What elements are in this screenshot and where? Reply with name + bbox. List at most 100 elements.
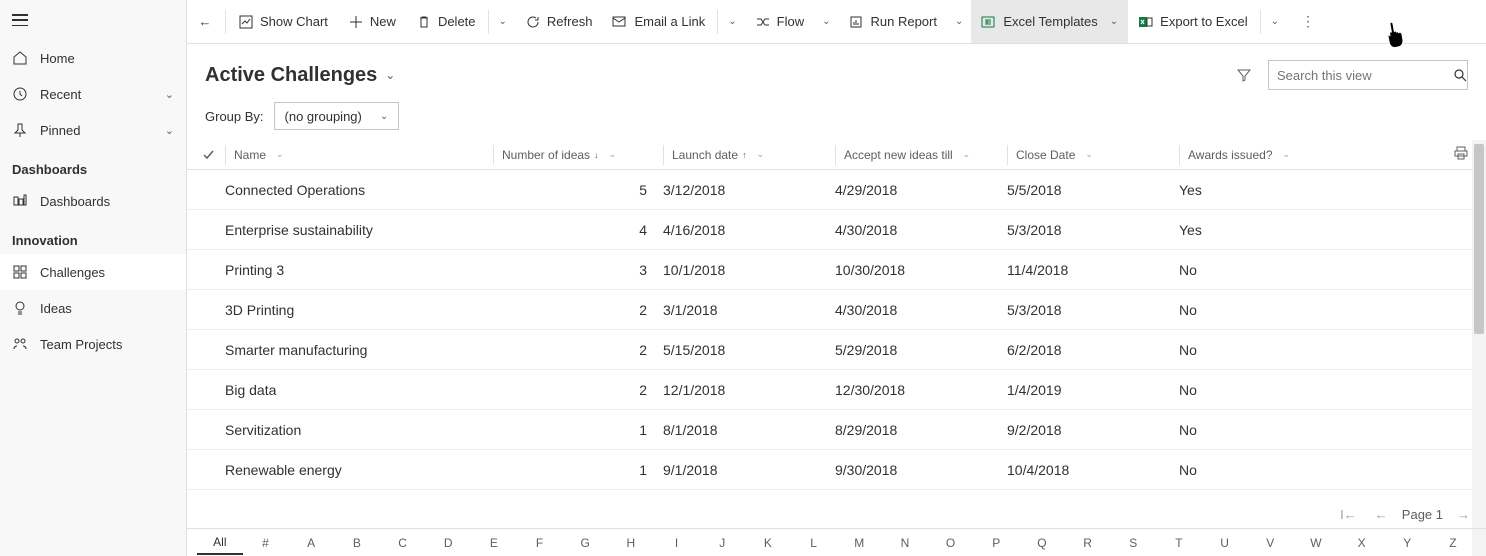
- alpha-t[interactable]: T: [1156, 532, 1202, 554]
- table-row[interactable]: Printing 3310/1/201810/30/201811/4/2018N…: [187, 250, 1486, 290]
- view-title[interactable]: Active Challenges: [205, 64, 377, 87]
- groupby-label: Group By:: [205, 109, 264, 124]
- alpha-f[interactable]: F: [517, 532, 563, 554]
- column-accept-new-ideas-till[interactable]: Accept new ideas till⌄: [835, 145, 1007, 165]
- show-chart-button[interactable]: Show Chart: [228, 0, 338, 43]
- scrollbar[interactable]: [1472, 140, 1486, 556]
- cell-name: 3D Printing: [225, 302, 493, 318]
- column-number-of-ideas[interactable]: Number of ideas↓⌄: [493, 145, 663, 165]
- flow-button[interactable]: Flow: [745, 0, 814, 43]
- groupby-select[interactable]: (no grouping) ⌄: [274, 102, 400, 130]
- alpha-k[interactable]: K: [745, 532, 791, 554]
- alpha-j[interactable]: J: [699, 532, 745, 554]
- table-row[interactable]: Connected Operations53/12/20184/29/20185…: [187, 170, 1486, 210]
- alpha-w[interactable]: W: [1293, 532, 1339, 554]
- alpha-g[interactable]: G: [562, 532, 608, 554]
- column-name[interactable]: Name⌄: [225, 145, 493, 165]
- pager-next[interactable]: →: [1453, 507, 1474, 522]
- cell-number-of-ideas: 1: [493, 422, 663, 438]
- chevron-down-icon: ⌄: [609, 149, 617, 160]
- excel-template-icon: [981, 14, 997, 30]
- alpha-a[interactable]: A: [288, 532, 334, 554]
- cell-close-date: 11/4/2018: [1007, 262, 1179, 278]
- filter-button[interactable]: [1236, 67, 1252, 83]
- cell-accept-date: 8/29/2018: [835, 422, 1007, 438]
- alpha-all[interactable]: All: [197, 531, 243, 555]
- chevron-down-icon[interactable]: ⌄: [385, 68, 395, 82]
- column-close-date[interactable]: Close Date⌄: [1007, 145, 1179, 165]
- alpha-c[interactable]: C: [380, 532, 426, 554]
- alpha-y[interactable]: Y: [1384, 532, 1430, 554]
- pager-first[interactable]: I←: [1336, 507, 1361, 522]
- cell-accept-date: 4/30/2018: [835, 222, 1007, 238]
- delete-button[interactable]: Delete: [406, 0, 486, 43]
- alpha-q[interactable]: Q: [1019, 532, 1065, 554]
- more-commands-button[interactable]: ⋮: [1287, 0, 1330, 43]
- cell-accept-date: 4/30/2018: [835, 302, 1007, 318]
- excel-templates-button[interactable]: Excel Templates ⌄: [971, 0, 1128, 43]
- search-box[interactable]: [1268, 60, 1468, 90]
- table-row[interactable]: Smarter manufacturing25/15/20185/29/2018…: [187, 330, 1486, 370]
- chevron-down-icon: ⌄: [380, 111, 388, 122]
- nav-home[interactable]: Home: [0, 40, 186, 76]
- run-report-button[interactable]: Run Report: [838, 0, 946, 43]
- table-row[interactable]: Renewable energy19/1/20189/30/201810/4/2…: [187, 450, 1486, 490]
- nav-ideas[interactable]: Ideas: [0, 290, 186, 326]
- export-excel-dropdown[interactable]: ⌄: [1263, 0, 1287, 43]
- alpha-r[interactable]: R: [1065, 532, 1111, 554]
- export-excel-button[interactable]: Export to Excel: [1128, 0, 1257, 43]
- new-button[interactable]: New: [338, 0, 406, 43]
- alpha-#[interactable]: #: [243, 532, 289, 554]
- select-all-checkbox[interactable]: [201, 148, 225, 162]
- nav-recent[interactable]: Recent ⌄: [0, 76, 186, 112]
- nav-challenges[interactable]: Challenges: [0, 254, 186, 290]
- alpha-i[interactable]: I: [654, 532, 700, 554]
- alpha-p[interactable]: P: [973, 532, 1019, 554]
- nav-dashboards[interactable]: Dashboards: [0, 183, 186, 219]
- cmd-label: Flow: [777, 14, 804, 29]
- alpha-v[interactable]: V: [1247, 532, 1293, 554]
- pager-prev[interactable]: ←: [1371, 507, 1392, 522]
- column-awards-issued[interactable]: Awards issued?⌄: [1179, 145, 1339, 165]
- sidebar: Home Recent ⌄ Pinned ⌄ Dashboards Dashbo…: [0, 0, 187, 556]
- email-dropdown[interactable]: ⌄: [720, 0, 744, 43]
- cell-number-of-ideas: 1: [493, 462, 663, 478]
- nav-pinned[interactable]: Pinned ⌄: [0, 112, 186, 148]
- flow-dropdown[interactable]: ⌄: [814, 0, 838, 43]
- alpha-n[interactable]: N: [882, 532, 928, 554]
- alpha-e[interactable]: E: [471, 532, 517, 554]
- scrollbar-thumb[interactable]: [1474, 144, 1484, 334]
- table-row[interactable]: Big data212/1/201812/30/20181/4/2019No: [187, 370, 1486, 410]
- cell-number-of-ideas: 5: [493, 182, 663, 198]
- print-icon[interactable]: [1454, 146, 1468, 160]
- alpha-o[interactable]: O: [928, 532, 974, 554]
- cell-number-of-ideas: 2: [493, 342, 663, 358]
- run-report-dropdown[interactable]: ⌄: [947, 0, 971, 43]
- nav-team-projects[interactable]: Team Projects: [0, 326, 186, 362]
- alpha-s[interactable]: S: [1110, 532, 1156, 554]
- cmd-label: Excel Templates: [1003, 14, 1097, 29]
- search-input[interactable]: [1277, 68, 1453, 83]
- cmd-label: Delete: [438, 14, 476, 29]
- nav-label: Ideas: [40, 301, 174, 316]
- alpha-d[interactable]: D: [425, 532, 471, 554]
- table-row[interactable]: Enterprise sustainability44/16/20184/30/…: [187, 210, 1486, 250]
- delete-dropdown[interactable]: ⌄: [491, 0, 515, 43]
- cell-name: Big data: [225, 382, 493, 398]
- alpha-m[interactable]: M: [836, 532, 882, 554]
- alpha-h[interactable]: H: [608, 532, 654, 554]
- column-launch-date[interactable]: Launch date↑⌄: [663, 145, 835, 165]
- chevron-down-icon: ⌄: [165, 88, 174, 101]
- chevron-down-icon: ⌄: [963, 149, 971, 160]
- alpha-x[interactable]: X: [1339, 532, 1385, 554]
- alpha-z[interactable]: Z: [1430, 532, 1476, 554]
- table-row[interactable]: 3D Printing23/1/20184/30/20185/3/2018No: [187, 290, 1486, 330]
- hamburger-button[interactable]: [0, 0, 40, 40]
- refresh-button[interactable]: Refresh: [515, 0, 603, 43]
- table-row[interactable]: Servitization18/1/20188/29/20189/2/2018N…: [187, 410, 1486, 450]
- alpha-u[interactable]: U: [1202, 532, 1248, 554]
- back-button[interactable]: ←: [187, 0, 223, 43]
- alpha-b[interactable]: B: [334, 532, 380, 554]
- alpha-l[interactable]: L: [791, 532, 837, 554]
- email-link-button[interactable]: Email a Link: [602, 0, 715, 43]
